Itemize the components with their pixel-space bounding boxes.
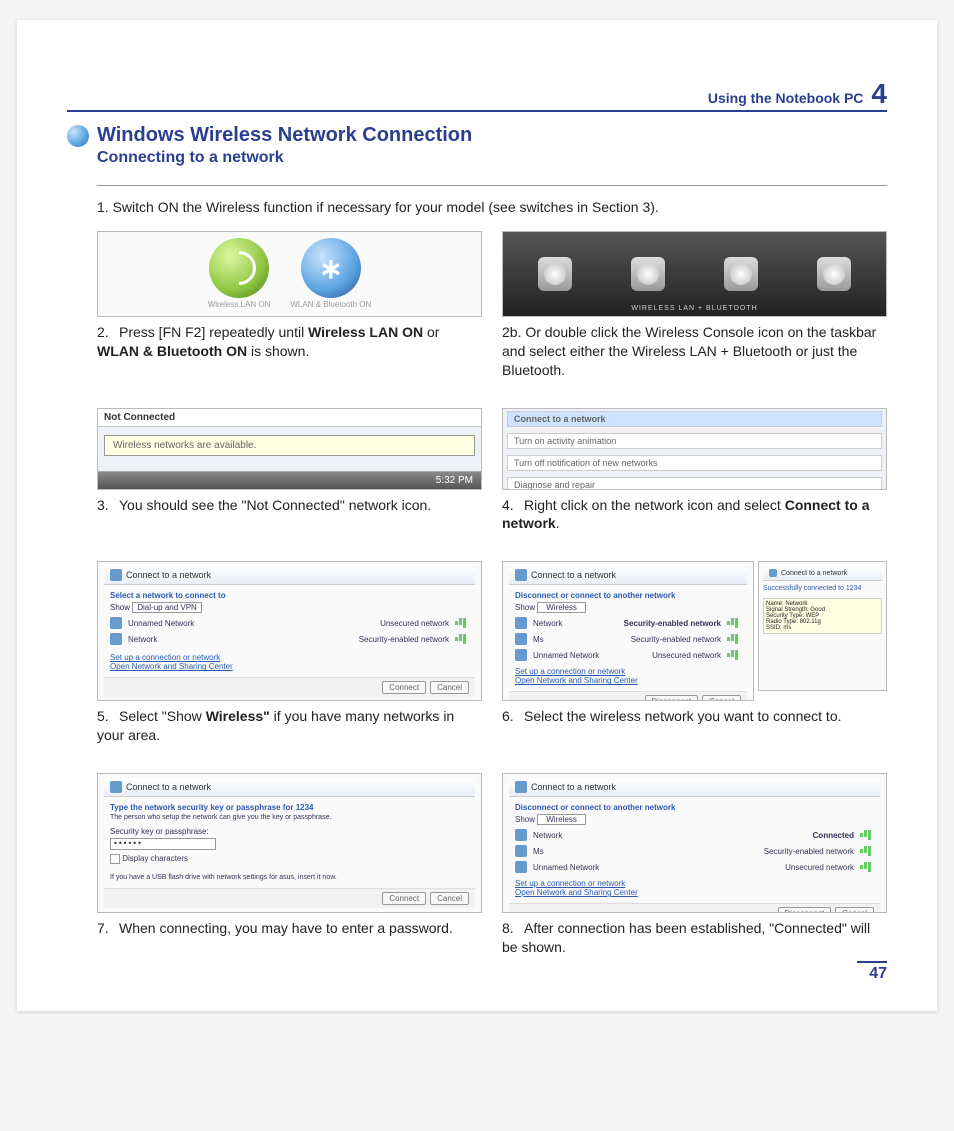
step-8: 8.After connection has been established,… xyxy=(502,919,887,957)
network-icon xyxy=(515,861,527,873)
signal-icon xyxy=(727,634,741,644)
figure-connected: Connect to a network Disconnect or conne… xyxy=(502,773,887,913)
signal-icon xyxy=(455,618,469,628)
globe-mini-icon xyxy=(515,781,527,793)
section-label: Using the Notebook PC xyxy=(708,90,864,106)
network-tooltip: Name: Network Signal Strength: Good Secu… xyxy=(763,598,882,634)
disconnect-button: Disconnect xyxy=(645,695,699,701)
wifi-badge-icon xyxy=(209,238,269,298)
menu-diagnose: Diagnose and repair xyxy=(507,477,882,490)
tooltip-body: Wireless networks are available. xyxy=(104,435,475,456)
step-5: 5.Select "Show Wireless" if you have man… xyxy=(97,707,482,745)
taskbar-time: 5:32 PM xyxy=(98,471,481,489)
network-icon xyxy=(515,633,527,645)
row-step34: Not Connected Wireless networks are avai… xyxy=(97,408,887,548)
divider xyxy=(97,185,887,186)
step-1-text: Switch ON the Wireless function if neces… xyxy=(113,199,659,215)
connect-button: Connect xyxy=(382,681,426,694)
network-icon xyxy=(515,845,527,857)
globe-icon xyxy=(67,125,89,147)
globe-mini-icon xyxy=(110,781,122,793)
page-number: 47 xyxy=(857,961,887,983)
figure-success-tooltip: Connect to a network Successfully connec… xyxy=(758,561,887,691)
figure-wireless-console: Wireless LAN + Bluetooth xyxy=(502,231,887,317)
figure-connect-filter: Connect to a network Select a network to… xyxy=(97,561,482,701)
row-step78: Connect to a network Type the network se… xyxy=(97,773,887,971)
step-3: 3.You should see the "Not Connected" net… xyxy=(97,496,482,515)
disconnect-button: Disconnect xyxy=(778,907,832,913)
step-1: 1. Switch ON the Wireless function if ne… xyxy=(97,198,887,217)
bluetooth-badge-caption: WLAN & Bluetooth ON xyxy=(290,300,371,309)
globe-mini-icon xyxy=(515,569,527,581)
wifi-badge-caption: Wireless LAN ON xyxy=(208,300,271,309)
cancel-button: Cancel xyxy=(835,907,874,913)
network-icon xyxy=(110,617,122,629)
menu-connect: Connect to a network xyxy=(507,411,882,427)
signal-icon xyxy=(860,830,874,840)
signal-icon xyxy=(455,634,469,644)
console-label: Wireless LAN + Bluetooth xyxy=(503,305,886,312)
cancel-button: Cancel xyxy=(430,892,469,905)
figure-passphrase: Connect to a network Type the network se… xyxy=(97,773,482,913)
figure-context-menu: Connect to a network Turn on activity an… xyxy=(502,408,887,490)
figure-osd-icons: Wireless LAN ON ∗ WLAN & Bluetooth ON xyxy=(97,231,482,317)
page: Using the Notebook PC 4 Windows Wireless… xyxy=(17,20,937,1011)
console-chip-icon xyxy=(631,257,665,291)
globe-mini-icon xyxy=(110,569,122,581)
figure-connect-wireless: Connect to a network Disconnect or conne… xyxy=(502,561,887,701)
page-title: Windows Wireless Network Connection xyxy=(97,124,472,147)
network-icon xyxy=(515,649,527,661)
globe-mini-icon xyxy=(769,569,777,577)
title-row: Windows Wireless Network Connection xyxy=(67,124,887,147)
menu-activity: Turn on activity animation xyxy=(507,433,882,449)
chapter-number: 4 xyxy=(871,80,887,108)
console-chip-icon xyxy=(538,257,572,291)
step-4: 4.Right click on the network icon and se… xyxy=(502,496,887,534)
network-icon xyxy=(110,633,122,645)
step-2: 2.Press [FN F2] repeatedly until Wireles… xyxy=(97,323,482,361)
header-rule: Using the Notebook PC 4 xyxy=(67,80,887,112)
console-chip-icon xyxy=(724,257,758,291)
password-input: •••••• xyxy=(110,838,216,850)
connect-button: Connect xyxy=(382,892,426,905)
console-chip-icon xyxy=(817,257,851,291)
row-icons: Wireless LAN ON ∗ WLAN & Bluetooth ON 2.… xyxy=(97,231,887,394)
bluetooth-badge-icon: ∗ xyxy=(301,238,361,298)
step-6: 6.Select the wireless network you want t… xyxy=(502,707,887,726)
menu-notify: Turn off notification of new networks xyxy=(507,455,882,471)
row-step56: Connect to a network Select a network to… xyxy=(97,561,887,759)
figure-not-connected: Not Connected Wireless networks are avai… xyxy=(97,408,482,490)
signal-icon xyxy=(727,650,741,660)
signal-icon xyxy=(860,862,874,872)
step-2b: 2b. Or double click the Wireless Console… xyxy=(502,323,887,380)
tooltip-title: Not Connected xyxy=(98,409,481,427)
signal-icon xyxy=(727,618,741,628)
checkbox-icon xyxy=(110,854,120,864)
cancel-button: Cancel xyxy=(702,695,741,701)
page-subtitle: Connecting to a network xyxy=(97,149,887,167)
signal-icon xyxy=(860,846,874,856)
network-icon xyxy=(515,829,527,841)
step-7: 7.When connecting, you may have to enter… xyxy=(97,919,482,938)
cancel-button: Cancel xyxy=(430,681,469,694)
network-icon xyxy=(515,617,527,629)
step-1-num: 1. xyxy=(97,199,109,215)
